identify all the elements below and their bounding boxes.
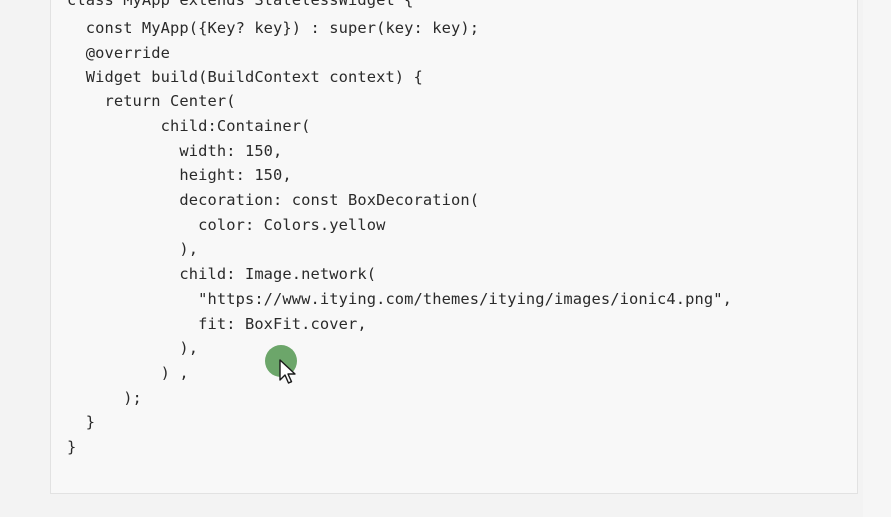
code-line: } [67, 413, 96, 431]
code-line: @override [67, 44, 171, 62]
code-line: ), [67, 339, 199, 357]
code-line: ) , [67, 364, 189, 382]
code-line: Widget build(BuildContext context) { [67, 68, 423, 86]
code-line: fit: BoxFit.cover, [67, 315, 367, 333]
code-line: height: 150, [67, 166, 292, 184]
arrow-pointer-icon [279, 359, 296, 384]
screen: class MyApp extends StatelessWidget { co… [0, 0, 891, 517]
code-line: width: 150, [67, 142, 283, 160]
code-line: return Center( [67, 92, 236, 110]
code-line: child: Image.network( [67, 265, 377, 283]
code-line: class MyApp extends StatelessWidget { [67, 0, 414, 9]
code-line: const MyApp({Key? key}) : super(key: key… [67, 19, 480, 37]
code-line: } [67, 438, 77, 456]
code-block: class MyApp extends StatelessWidget { co… [50, 0, 858, 494]
code-line: "https://www.itying.com/themes/itying/im… [67, 290, 732, 308]
code-line: color: Colors.yellow [67, 216, 386, 234]
mouse-cursor [265, 345, 305, 387]
right-gutter [863, 0, 891, 517]
code-line: ), [67, 240, 199, 258]
code-line: decoration: const BoxDecoration( [67, 191, 480, 209]
code-line: ); [67, 389, 142, 407]
code-line: child:Container( [67, 117, 311, 135]
